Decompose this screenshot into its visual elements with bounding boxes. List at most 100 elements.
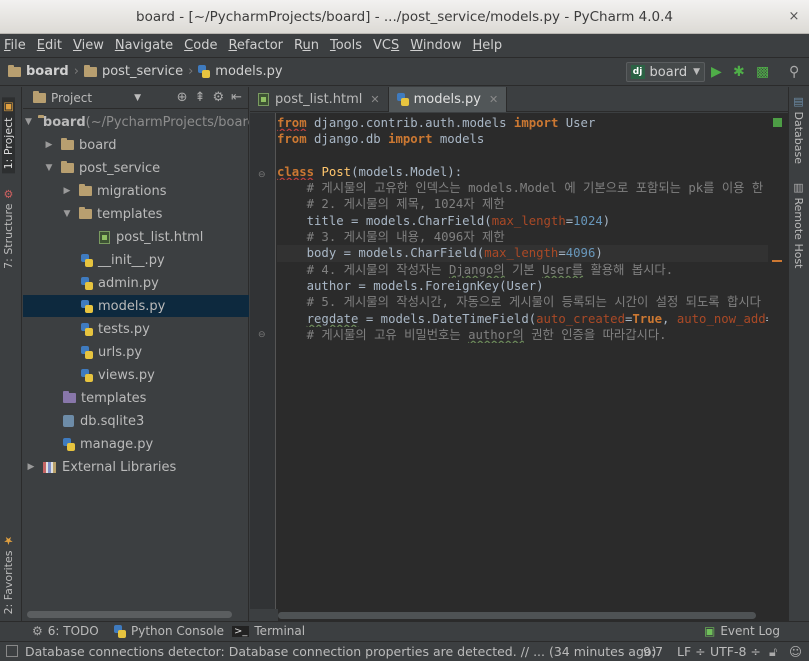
menu-vcs[interactable]: VCS xyxy=(373,38,399,53)
close-icon[interactable]: × xyxy=(785,8,803,26)
debug-icon[interactable]: ✱ xyxy=(733,64,745,80)
tree-item-templates-inner[interactable]: ▼ templates xyxy=(23,203,249,225)
gear-icon[interactable]: ⚙ xyxy=(212,90,224,105)
tool-tab-project[interactable]: 1: Project ▣ xyxy=(2,97,15,174)
code-line: title = models.CharField(max_length=1024… xyxy=(277,213,611,228)
tool-tab-remote-host[interactable]: ▥ Remote Host xyxy=(792,181,805,268)
tree-item-views-py[interactable]: views.py xyxy=(23,364,249,386)
tool-tab-structure[interactable]: 7: Structure ⚙ xyxy=(2,187,15,269)
tool-todo[interactable]: ⚙ 6: TODO xyxy=(32,624,99,638)
editor-tab-post-list-html[interactable]: post_list.html ✕ xyxy=(250,87,389,112)
tool-tab-remote-host-label: Remote Host xyxy=(792,197,805,269)
inspection-status-icon[interactable] xyxy=(773,118,782,127)
caret-position[interactable]: 9:7 xyxy=(643,644,663,659)
chevron-down-icon[interactable]: ▼ xyxy=(134,93,141,103)
scrollbar-thumb[interactable] xyxy=(27,611,232,618)
tool-python-console[interactable]: Python Console xyxy=(114,624,224,638)
warning-marker[interactable] xyxy=(772,260,782,262)
tree-item-templates[interactable]: templates xyxy=(23,387,249,409)
code-line: from django.contrib.auth.models import U… xyxy=(277,116,596,130)
scrollbar-thumb[interactable] xyxy=(278,612,756,619)
close-tab-icon[interactable]: ✕ xyxy=(370,93,379,106)
tool-tab-favorites-label: 2: Favorites xyxy=(2,550,15,615)
breadcrumb-file[interactable]: models.py xyxy=(215,64,282,79)
project-view-selector[interactable]: Project xyxy=(51,91,92,105)
toggle-tool-windows-icon[interactable] xyxy=(6,645,18,657)
status-message[interactable]: Database connections detector: Database … xyxy=(25,644,656,659)
code-content[interactable]: from django.contrib.auth.models import U… xyxy=(277,115,768,343)
tree-item-admin-py[interactable]: admin.py xyxy=(23,272,249,294)
collapse-arrow-icon[interactable]: ▶ xyxy=(25,462,37,472)
project-horizontal-scrollbar[interactable] xyxy=(23,609,249,619)
menu-help[interactable]: Help xyxy=(473,38,503,53)
menu-tools[interactable]: Tools xyxy=(330,38,362,53)
breadcrumb-separator: › xyxy=(188,64,194,79)
run-icon[interactable]: ▶ xyxy=(711,64,722,80)
tool-terminal[interactable]: >_ Terminal xyxy=(232,624,305,638)
line-separator-selector[interactable]: LF ÷ xyxy=(677,644,706,659)
tree-item-migrations[interactable]: ▶ migrations xyxy=(23,180,249,202)
expand-arrow-icon[interactable]: ▼ xyxy=(61,209,73,219)
menu-view[interactable]: View xyxy=(73,38,104,53)
collapse-all-icon[interactable]: ⇞ xyxy=(195,90,206,105)
tree-item-external-libraries[interactable]: ▶ External Libraries xyxy=(23,456,249,478)
run-configuration-selector[interactable]: dj board ▼ xyxy=(625,62,705,82)
folder-icon xyxy=(61,161,74,173)
python-file-icon xyxy=(198,65,211,78)
menu-navigate[interactable]: Navigate xyxy=(115,38,173,53)
code-line: from django.db import models xyxy=(277,132,485,147)
menu-window[interactable]: Window xyxy=(410,38,461,53)
collapse-arrow-icon[interactable]: ▶ xyxy=(43,140,55,150)
tool-tab-database-label: Database xyxy=(792,111,805,165)
hide-panel-icon[interactable]: ⇤ xyxy=(231,90,242,105)
error-stripe[interactable] xyxy=(768,113,788,621)
menu-file[interactable]: File xyxy=(4,38,26,53)
collapse-arrow-icon[interactable]: ▶ xyxy=(61,186,73,196)
project-panel: Project ▼ ⊕ ⇞ ⚙ ⇤ ▼ board (~/PycharmProj… xyxy=(23,87,249,621)
menu-refactor[interactable]: Refactor xyxy=(228,38,283,53)
tree-item-path: (~/PycharmProjects/board xyxy=(85,114,249,130)
close-tab-icon[interactable]: ✕ xyxy=(489,93,498,106)
python-file-icon xyxy=(81,299,93,313)
tree-item-tests-py[interactable]: tests.py xyxy=(23,318,249,340)
tree-item-label: views.py xyxy=(98,367,155,383)
python-console-icon xyxy=(114,624,126,638)
editor-horizontal-scrollbar[interactable] xyxy=(278,609,768,621)
tree-item-board[interactable]: ▶ board xyxy=(23,134,249,156)
folder-icon xyxy=(79,184,92,196)
tree-item-label: templates xyxy=(97,206,163,222)
right-tool-stripe: ▤ Database ▥ Remote Host xyxy=(788,87,809,621)
tree-item-post-service[interactable]: ▼ post_service xyxy=(23,157,249,179)
html-file-icon xyxy=(99,230,110,244)
encoding-selector[interactable]: UTF-8 ÷ xyxy=(710,644,761,659)
tree-item-init-py[interactable]: __init__.py xyxy=(23,249,249,271)
menu-edit[interactable]: Edit xyxy=(37,38,62,53)
tree-item-board-root[interactable]: ▼ board (~/PycharmProjects/board xyxy=(23,111,249,133)
scroll-from-source-icon[interactable]: ⊕ xyxy=(177,90,188,105)
inspection-profile-icon[interactable]: ☺ xyxy=(789,644,802,659)
tree-item-label: manage.py xyxy=(80,436,154,452)
code-editor[interactable]: ⊖ ⊖ from django.contrib.auth.models impo… xyxy=(250,113,768,609)
lock-icon[interactable]: 🔓︎ xyxy=(769,644,777,660)
breadcrumb-package[interactable]: post_service xyxy=(102,64,183,79)
coverage-icon[interactable]: ▩ xyxy=(756,64,769,80)
search-icon[interactable]: ⚲ xyxy=(789,64,799,80)
tool-tab-database[interactable]: ▤ Database xyxy=(792,95,805,164)
tool-tab-favorites[interactable]: 2: Favorites ★ xyxy=(2,534,15,614)
python-file-icon xyxy=(81,253,93,267)
tree-item-manage-py[interactable]: manage.py xyxy=(23,433,249,455)
fold-icon[interactable]: ⊖ xyxy=(258,170,266,180)
tree-item-models-py[interactable]: models.py xyxy=(23,295,249,317)
menu-code[interactable]: Code xyxy=(184,38,217,53)
tool-event-log[interactable]: ▣ Event Log xyxy=(704,624,780,638)
expand-arrow-icon[interactable]: ▼ xyxy=(25,117,32,127)
fold-icon[interactable]: ⊖ xyxy=(258,330,266,340)
tree-item-urls-py[interactable]: urls.py xyxy=(23,341,249,363)
menu-run[interactable]: Run xyxy=(294,38,319,53)
editor-tab-models-py[interactable]: models.py ✕ xyxy=(388,87,508,112)
tree-item-db-sqlite3[interactable]: db.sqlite3 xyxy=(23,410,249,432)
tree-item-label: tests.py xyxy=(98,321,150,337)
expand-arrow-icon[interactable]: ▼ xyxy=(43,163,55,173)
breadcrumb-project[interactable]: board xyxy=(26,64,69,79)
tree-item-post-list-html[interactable]: post_list.html xyxy=(23,226,249,248)
